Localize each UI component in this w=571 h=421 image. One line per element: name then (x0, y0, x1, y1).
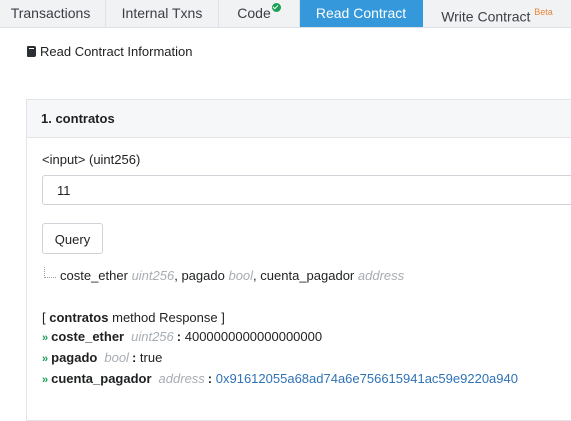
response-field-type: bool (104, 350, 129, 365)
response-field-name: pagado (51, 350, 98, 365)
response-field-value: 4000000000000000000 (184, 329, 323, 344)
address-link[interactable]: 0x91612055a68ad74a6e756615941ac59e9220a9… (216, 371, 518, 386)
method-response: [ contratos method Response ] » coste_eth… (42, 308, 518, 390)
page-title: Read Contract Information (27, 44, 192, 59)
tab-internal-txns[interactable]: Internal Txns (106, 0, 219, 27)
output-type: uint256 (131, 268, 175, 283)
query-button[interactable]: Query (42, 223, 103, 254)
response-field-name: coste_ether (51, 329, 125, 344)
tab-label: Write Contract (441, 8, 531, 25)
beta-badge: Beta (534, 7, 553, 17)
response-field-value: true (139, 350, 163, 365)
double-chevron-right-icon: » (42, 353, 49, 365)
function-heading[interactable]: 1. contratos (27, 100, 571, 138)
output-name: pagado (181, 268, 225, 283)
input-label: <input> (uint256) (42, 152, 141, 167)
tree-connector-icon (44, 267, 56, 278)
uint256-input[interactable] (42, 175, 571, 205)
double-chevron-right-icon: » (42, 332, 49, 344)
tab-label: Internal Txns (121, 5, 203, 21)
book-icon (27, 46, 36, 57)
response-field-type: address (158, 371, 205, 386)
check-circle-icon (271, 3, 281, 12)
response-row: » pagado bool: true (42, 350, 163, 365)
response-field-type: uint256 (131, 329, 174, 344)
response-field-name: cuenta_pagador (51, 371, 152, 386)
tab-code[interactable]: Code (219, 0, 300, 27)
double-chevron-right-icon: » (42, 374, 49, 386)
tab-label: Read Contract (315, 5, 407, 21)
output-name: cuenta_pagador (260, 268, 355, 283)
response-row: » cuenta_pagador address: 0x91612055a68ad7… (42, 371, 518, 386)
response-method-name: contratos (49, 310, 109, 325)
page-title-text: Read Contract Information (40, 44, 193, 59)
tab-read-contract[interactable]: Read Contract (300, 0, 423, 27)
response-header: [ contratos method Response ] (42, 308, 518, 327)
output-type: address (357, 268, 405, 283)
output-name: coste_ether (60, 268, 128, 283)
tab-label: Transactions (10, 5, 91, 21)
tab-bar: Transactions Internal Txns Code Read Con… (0, 0, 571, 28)
tab-write-contract[interactable]: Write Contract Beta (423, 0, 571, 27)
response-bracket: [ (42, 310, 46, 325)
response-row: » coste_ether uint256: 4000000000000000000 (42, 329, 323, 344)
output-signature: coste_ether uint256, pagado bool, cuenta… (44, 267, 404, 283)
output-type: bool (228, 268, 254, 283)
response-label: method Response ] (112, 310, 225, 325)
tab-transactions[interactable]: Transactions (0, 0, 106, 27)
function-panel: 1. contratos <input> (uint256) Query cos… (26, 99, 571, 421)
tab-label: Code (237, 5, 271, 21)
